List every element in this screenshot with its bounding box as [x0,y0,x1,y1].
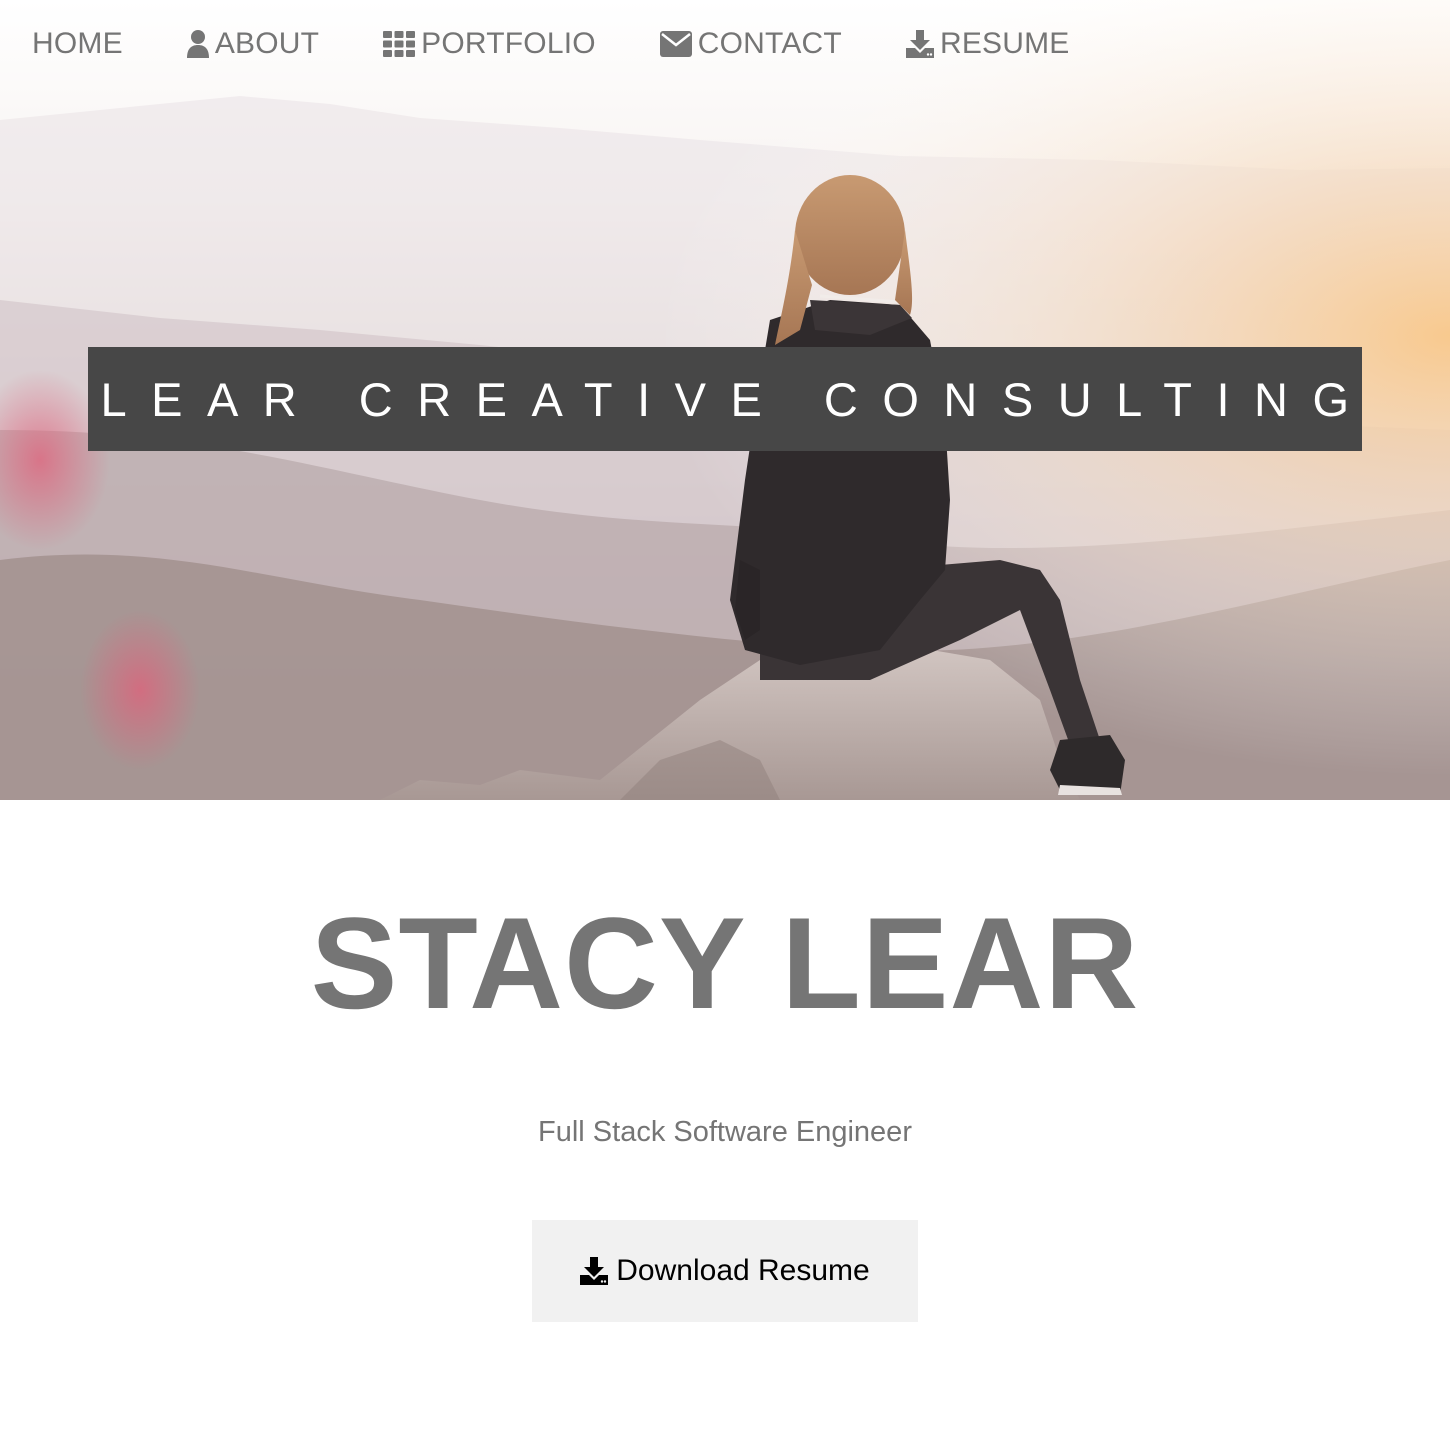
download-icon [905,30,934,58]
profile-tagline: Full Stack Software Engineer [538,1116,912,1148]
hero-banner: LEAR CREATIVE CONSULTING [88,347,1362,451]
download-resume-label: Download Resume [616,1254,870,1287]
nav-item-contact[interactable]: CONTACT [659,27,842,61]
download-icon [580,1257,609,1285]
top-nav: HOME ABOUT PORTFOLIO CONTACT RESUME [0,0,1450,88]
nav-item-label: HOME [32,27,123,60]
nav-item-home[interactable]: HOME [32,27,123,61]
envelope-icon [659,31,692,57]
user-icon [186,30,209,58]
profile-section: STACY LEAR Full Stack Software Engineer … [0,800,1450,1450]
nav-item-label: ABOUT [214,27,320,60]
nav-item-about[interactable]: ABOUT [186,27,320,61]
banner-title: LEAR CREATIVE CONSULTING [100,372,1374,426]
nav-item-label: PORTFOLIO [421,27,596,60]
page: HOME ABOUT PORTFOLIO CONTACT RESUME LEAR… [0,0,1450,1450]
nav-item-label: CONTACT [697,27,842,60]
nav-item-resume[interactable]: RESUME [905,27,1070,61]
nav-item-portfolio[interactable]: PORTFOLIO [383,27,596,61]
grid-icon [383,31,416,57]
hero-section: HOME ABOUT PORTFOLIO CONTACT RESUME LEAR… [0,0,1450,800]
nav-item-label: RESUME [939,27,1070,60]
download-resume-button[interactable]: Download Resume [532,1220,918,1322]
profile-name: STACY LEAR [310,890,1140,1036]
